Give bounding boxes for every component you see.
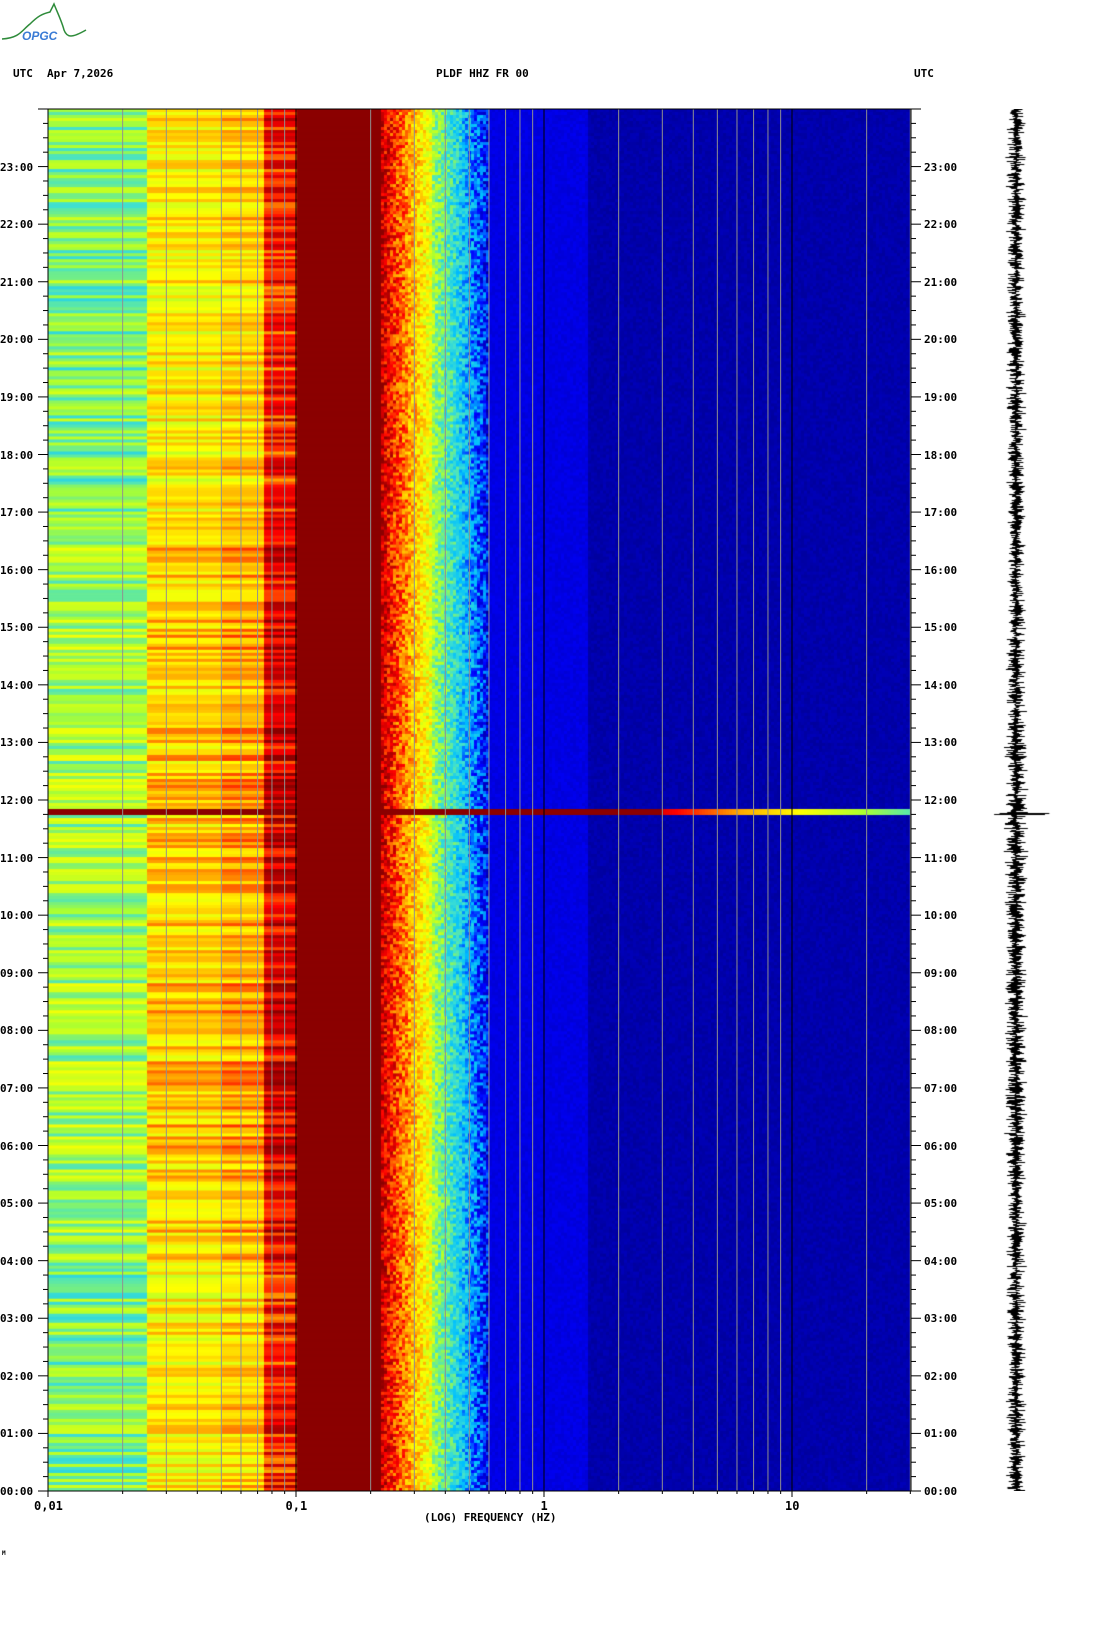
y-tick-label-left: 23:00 — [0, 160, 34, 174]
y-tick-label-right: 00:00 — [924, 1485, 958, 1498]
y-tick-label-right: 11:00 — [924, 851, 958, 865]
y-tick-label-right: 06:00 — [924, 1139, 958, 1153]
y-tick-label-right: 03:00 — [924, 1312, 958, 1326]
y-tick-label-right: 09:00 — [924, 966, 958, 980]
y-tick-label-left: 05:00 — [0, 1197, 34, 1211]
y-tick-label-right: 07:00 — [924, 1081, 958, 1095]
y-tick-label-right: 15:00 — [924, 621, 958, 635]
y-tick-label-right: 05:00 — [924, 1197, 958, 1211]
plot-frame — [47, 108, 912, 1492]
y-tick-label-left: 10:00 — [0, 909, 34, 923]
y-tick-label-right: 10:00 — [924, 909, 958, 923]
y-tick-label-left: 19:00 — [0, 390, 34, 404]
y-tick-label-right: 21:00 — [924, 275, 958, 289]
y-tick-label-right: 19:00 — [924, 390, 958, 404]
chart-axes — [38, 108, 921, 1497]
y-tick-label-right: 08:00 — [924, 1024, 958, 1038]
y-tick-label-left: 06:00 — [0, 1139, 34, 1153]
y-tick-label-left: 04:00 — [0, 1254, 34, 1268]
y-tick-label-left: 00:00 — [0, 1485, 34, 1498]
y-tick-label-right: 17:00 — [924, 506, 958, 520]
y-tick-label-left: 08:00 — [0, 1024, 34, 1038]
y-tick-label-right: 23:00 — [924, 160, 958, 174]
x-tick-label: 0,1 — [285, 1499, 308, 1513]
y-tick-label-left: 07:00 — [0, 1081, 34, 1095]
y-tick-label-left: 17:00 — [0, 506, 34, 520]
y-tick-label-right: 04:00 — [924, 1254, 958, 1268]
y-tick-label-left: 21:00 — [0, 275, 34, 289]
y-tick-label-right: 20:00 — [924, 333, 958, 347]
x-axis-title: (LOG) FREQUENCY (HZ) — [424, 1511, 557, 1524]
seismogram-trace — [970, 109, 1065, 1491]
y-tick-label-left: 03:00 — [0, 1312, 34, 1326]
y-tick-label-left: 01:00 — [0, 1427, 34, 1441]
y-tick-label-left: 20:00 — [0, 333, 34, 347]
y-tick-label-left: 02:00 — [0, 1369, 34, 1383]
y-tick-label-left: 16:00 — [0, 563, 34, 577]
y-tick-label-left: 14:00 — [0, 678, 34, 692]
spectrogram-page: OPGC UTC Apr 7,2026 PLDF HHZ FR 00 UTC 0… — [0, 0, 1102, 1634]
y-tick-label-right: 22:00 — [924, 218, 958, 232]
footer-mark: M — [2, 1550, 6, 1557]
y-tick-label-right: 02:00 — [924, 1369, 958, 1383]
y-tick-label-right: 13:00 — [924, 736, 958, 750]
y-tick-label-left: 13:00 — [0, 736, 34, 750]
x-tick-label: 0,01 — [34, 1499, 63, 1513]
y-tick-label-left: 18:00 — [0, 448, 34, 462]
y-tick-label-right: 14:00 — [924, 678, 958, 692]
y-tick-label-left: 11:00 — [0, 851, 34, 865]
y-tick-label-left: 09:00 — [0, 966, 34, 980]
y-tick-label-right: 12:00 — [924, 794, 958, 807]
y-tick-label-left: 12:00 — [0, 794, 34, 807]
y-tick-label-right: 16:00 — [924, 563, 958, 577]
x-tick-label: 10 — [785, 1499, 800, 1513]
y-tick-label-right: 01:00 — [924, 1427, 958, 1441]
y-tick-label-left: 22:00 — [0, 218, 34, 232]
y-tick-label-left: 15:00 — [0, 621, 34, 635]
y-tick-label-right: 18:00 — [924, 448, 958, 462]
